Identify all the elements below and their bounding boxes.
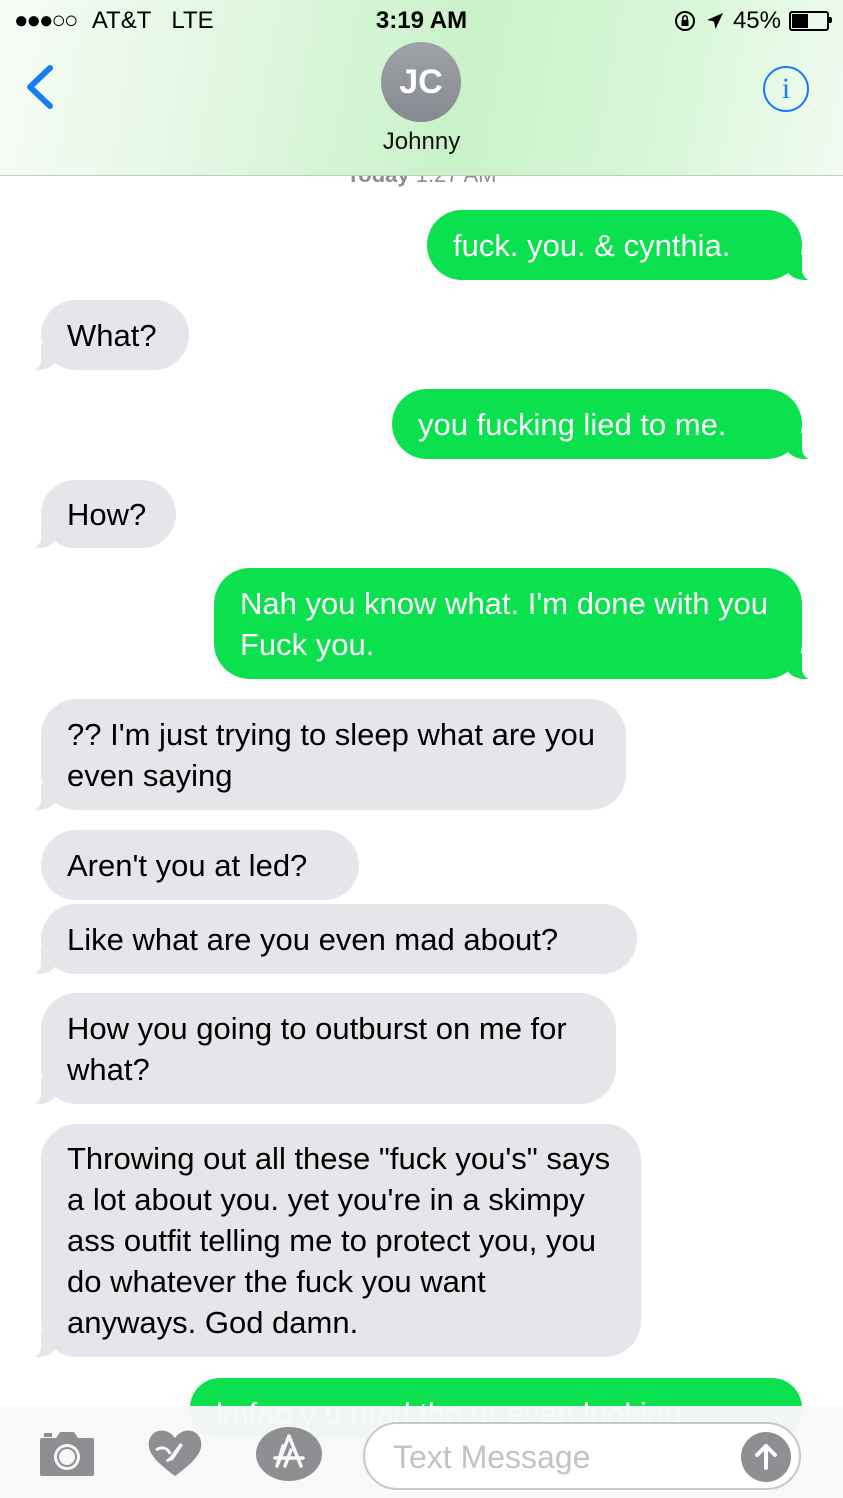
avatar-initials: JC: [399, 62, 443, 101]
contact-name[interactable]: Johnny: [0, 128, 843, 156]
message-text: What?: [67, 317, 157, 353]
message-text: you fucking lied to me.: [418, 406, 727, 442]
message-input-container[interactable]: [363, 1422, 801, 1490]
message-text: fuck. you. & cynthia.: [453, 227, 731, 263]
camera-icon[interactable]: [38, 1428, 96, 1478]
message-input[interactable]: [391, 1438, 735, 1477]
message-text: How?: [67, 496, 147, 532]
message-bubble-outgoing[interactable]: fuck. you. & cynthia.: [427, 210, 824, 282]
contact-avatar[interactable]: JC: [381, 42, 461, 122]
message-text: Aren't you at led?: [67, 847, 308, 883]
digital-touch-icon[interactable]: [146, 1426, 204, 1480]
message-bubble-incoming[interactable]: Like what are you even mad about?: [19, 904, 637, 976]
battery-percent: 45%: [732, 7, 781, 34]
message-bubble-outgoing[interactable]: Nah you know what. I'm done with you Fuc…: [214, 568, 824, 681]
location-icon: [706, 13, 723, 29]
compose-toolbar: [0, 1406, 843, 1498]
message-bubble-incoming[interactable]: How?: [19, 480, 176, 550]
conversation-header: ●●●○○ AT&T LTE 3:19 AM 45% JC Johnny i: [0, 0, 843, 176]
message-bubble-incoming[interactable]: What?: [19, 300, 189, 372]
message-text: Like what are you even mad about?: [67, 921, 559, 957]
arrow-up-icon: [755, 1444, 777, 1470]
message-bubble-incoming[interactable]: Throwing out all these "fuck you's" says…: [19, 1124, 641, 1359]
message-bubble-incoming[interactable]: How you going to outburst on me for what…: [19, 993, 616, 1106]
message-text: Throwing out all these "fuck you's" says…: [67, 1141, 611, 1340]
message-text: How you going to outburst on me for what…: [67, 1010, 567, 1087]
app-store-icon[interactable]: [255, 1426, 323, 1482]
message-text: Nah you know what. I'm done with you Fuc…: [240, 585, 769, 662]
chevron-left-icon[interactable]: [22, 62, 62, 112]
battery-icon: [789, 11, 832, 31]
message-text: ?? I'm just trying to sleep what are you…: [67, 716, 596, 793]
message-bubble-incoming[interactable]: ?? I'm just trying to sleep what are you…: [19, 699, 626, 812]
rotation-lock-icon: [674, 11, 695, 31]
send-button[interactable]: [741, 1432, 791, 1482]
message-bubble-incoming[interactable]: Aren't you at led?: [41, 830, 359, 900]
message-bubble-outgoing[interactable]: you fucking lied to me.: [392, 389, 824, 461]
info-icon[interactable]: i: [763, 66, 809, 112]
status-bar-right: 45%: [673, 6, 832, 36]
